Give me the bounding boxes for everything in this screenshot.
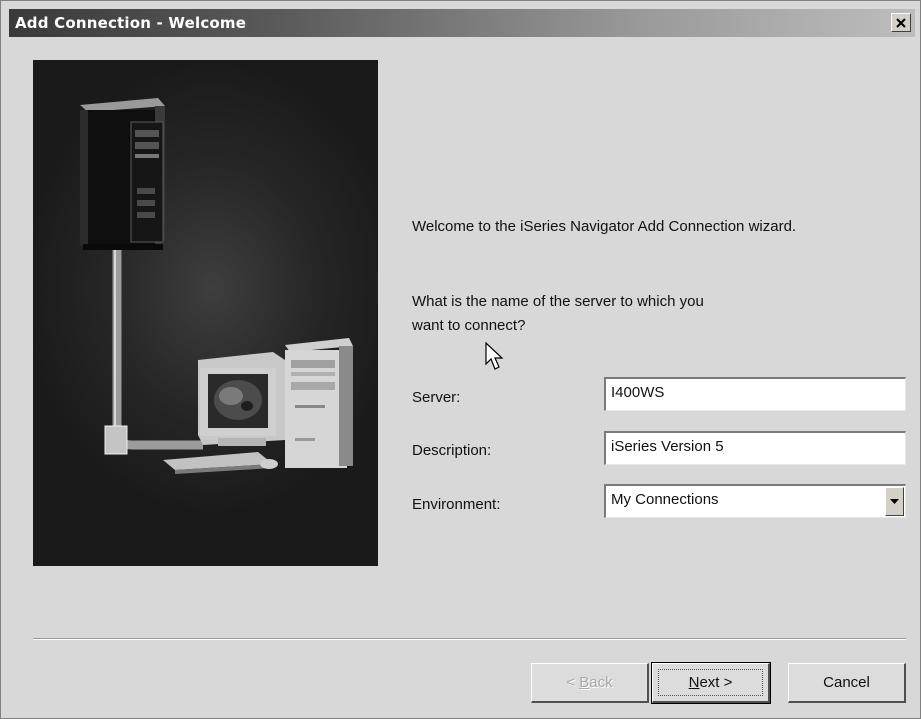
- close-button[interactable]: [891, 13, 911, 32]
- back-button-label: ack: [589, 674, 613, 691]
- server-input[interactable]: I400WS: [604, 377, 906, 411]
- back-button-mnemonic: B: [579, 674, 590, 691]
- wizard-illustration: [33, 60, 378, 566]
- next-button-mnemonic: N: [688, 674, 700, 691]
- window-title: Add Connection - Welcome: [15, 14, 247, 32]
- environment-dropdown-button[interactable]: [885, 487, 904, 516]
- server-input-value: I400WS: [611, 384, 665, 401]
- desktop-pc-icon: [285, 338, 353, 468]
- next-button[interactable]: Next >: [651, 662, 771, 704]
- description-label: Description:: [412, 442, 492, 459]
- keyboard-icon: [163, 452, 273, 474]
- mouse-icon: [260, 459, 278, 469]
- network-cable-icon: [104, 250, 203, 455]
- welcome-text: Welcome to the iSeries Navigator Add Con…: [412, 218, 797, 235]
- question-text-line-2: want to connect?: [412, 317, 526, 334]
- server-tower-icon: [80, 98, 165, 250]
- server-label: Server:: [412, 389, 461, 406]
- chevron-down-icon: [890, 498, 899, 504]
- close-icon: [896, 17, 906, 28]
- environment-select-value: My Connections: [611, 491, 719, 508]
- next-button-label: ext >: [699, 674, 733, 691]
- description-input-value: iSeries Version 5: [611, 438, 724, 455]
- title-bar[interactable]: Add Connection - Welcome: [9, 9, 915, 37]
- back-button[interactable]: < Back: [531, 663, 649, 703]
- description-input[interactable]: iSeries Version 5: [604, 431, 906, 465]
- mouse-pointer-icon: [485, 342, 504, 370]
- environment-select[interactable]: My Connections: [604, 484, 906, 518]
- back-button-prefix: <: [566, 674, 580, 691]
- question-text-line-1: What is the name of the server to which …: [412, 293, 704, 310]
- add-connection-dialog: Add Connection - Welcome Welcome to the …: [0, 0, 921, 719]
- cancel-button[interactable]: Cancel: [788, 663, 906, 703]
- cancel-button-label: Cancel: [823, 674, 870, 691]
- environment-label: Environment:: [412, 496, 501, 513]
- crt-monitor-icon: [198, 352, 285, 446]
- footer-separator: [33, 638, 906, 640]
